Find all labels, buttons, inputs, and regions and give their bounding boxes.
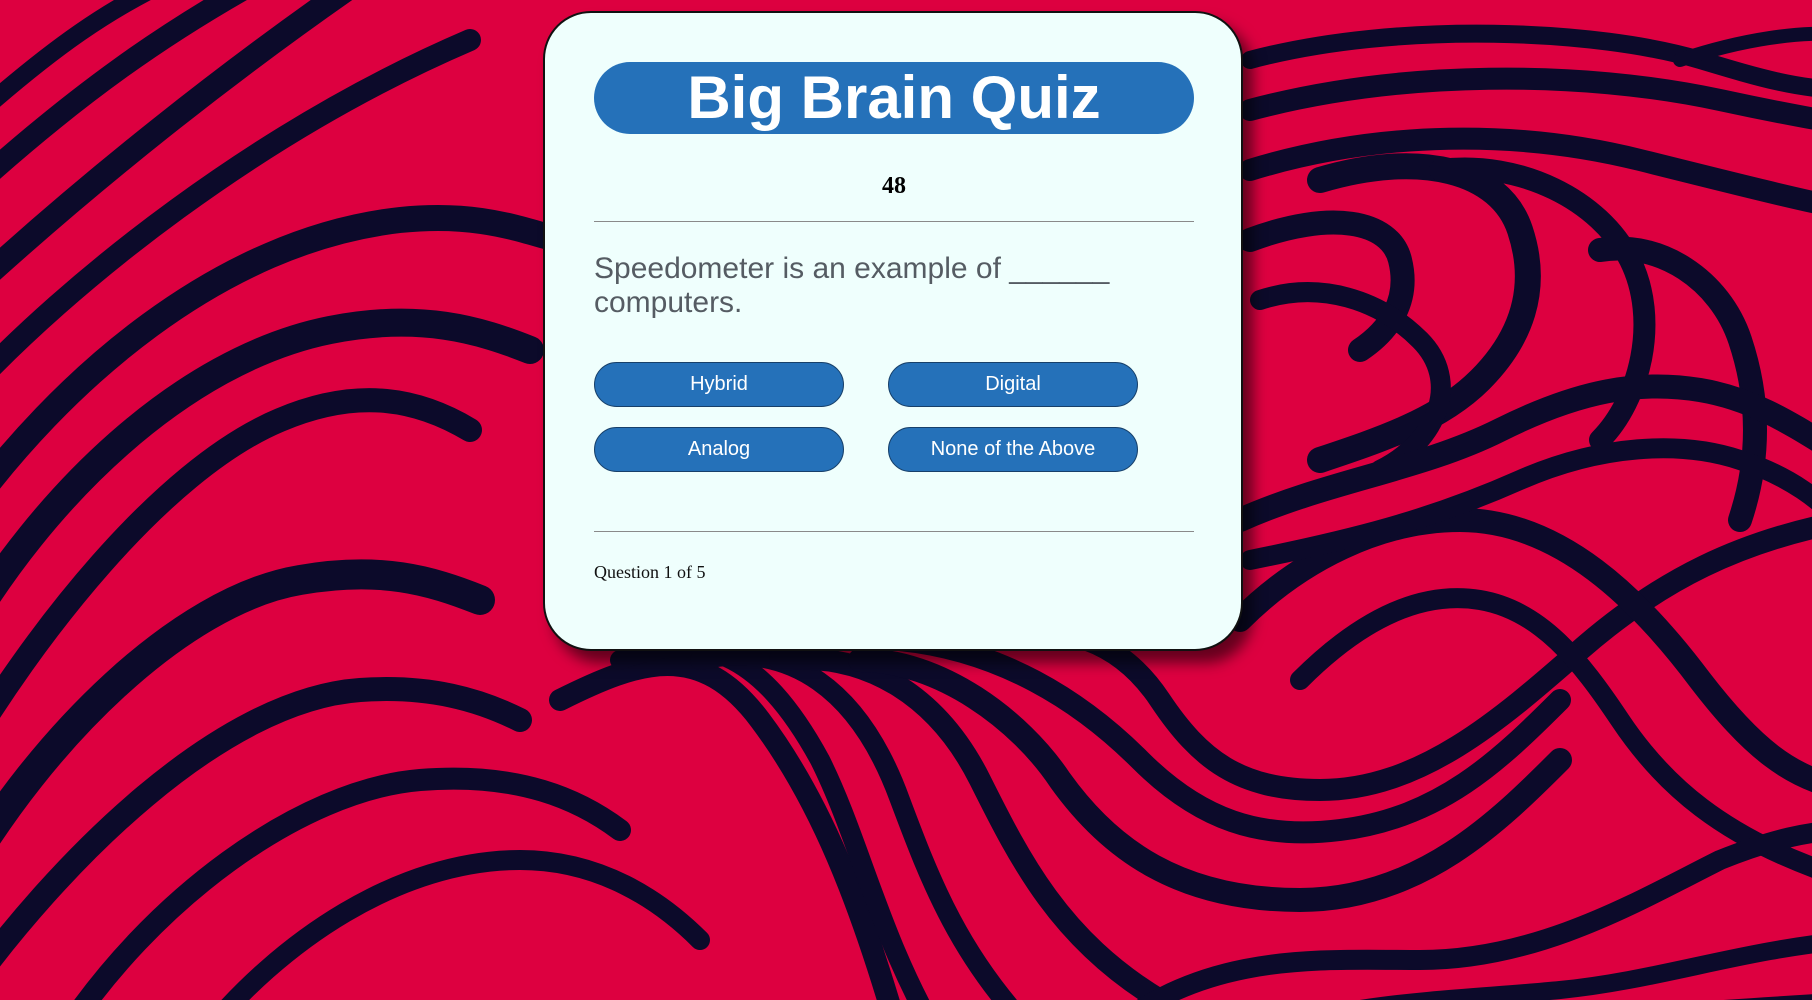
- quiz-title: Big Brain Quiz: [687, 64, 1101, 131]
- quiz-card: Big Brain Quiz 48 Speedometer is an exam…: [543, 11, 1243, 651]
- answer-button-analog[interactable]: Analog: [594, 427, 844, 472]
- question-progress: Question 1 of 5: [594, 562, 706, 582]
- answer-button-digital[interactable]: Digital: [888, 362, 1138, 407]
- question-text: Speedometer is an example of ______ comp…: [594, 252, 1110, 319]
- answer-button-none-of-the-above[interactable]: None of the Above: [888, 427, 1138, 472]
- divider: [594, 221, 1194, 222]
- answer-button-hybrid[interactable]: Hybrid: [594, 362, 844, 407]
- divider: [594, 531, 1194, 532]
- quiz-title-banner: Big Brain Quiz: [594, 62, 1194, 134]
- timer-value: 48: [882, 173, 906, 199]
